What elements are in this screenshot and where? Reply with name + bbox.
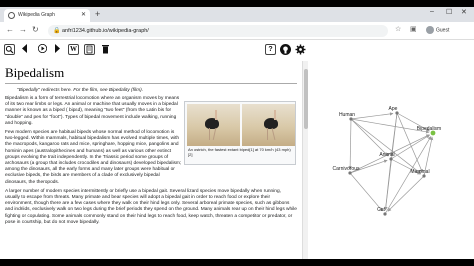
- profile-button[interactable]: Guest: [426, 26, 449, 34]
- avatar: [426, 26, 434, 34]
- graph-edge: [349, 172, 383, 212]
- maximize-icon[interactable]: ☐: [446, 8, 452, 16]
- settings-icon[interactable]: [295, 44, 306, 55]
- graph-canvas[interactable]: Human Ape Bipedalism Animal Carnivorous Mamma…: [309, 61, 474, 259]
- forward-icon[interactable]: [54, 44, 61, 56]
- tab-strip: Wikipedia Graph ✕ + – ☐ ✕: [0, 7, 474, 22]
- profile-label: Guest: [436, 27, 450, 34]
- graph-edge: [387, 175, 425, 212]
- graph-node-label: Mammal: [410, 169, 429, 175]
- search-icon[interactable]: [4, 44, 15, 55]
- graph-node-label: Carnivorous: [333, 166, 360, 172]
- paragraph-intro: Bipedalism is a form of terrestrial loco…: [5, 96, 180, 126]
- back-icon[interactable]: [21, 44, 28, 56]
- ostrich-figure: An ostrich, the fastest extant biped[1] …: [184, 101, 296, 165]
- globe-icon: [8, 12, 15, 19]
- graph-node-label: Human: [339, 112, 355, 118]
- close-window-icon[interactable]: ✕: [461, 8, 467, 16]
- app-toolbar: W ?: [0, 40, 474, 60]
- browser-back-icon[interactable]: ←: [6, 25, 14, 34]
- paragraph-intermittent: A larger number of modern species interm…: [5, 188, 297, 225]
- extensions-icon[interactable]: ▣: [410, 25, 417, 33]
- paragraph-habitual: Few modern species are habitual bipeds w…: [5, 130, 182, 185]
- graph-edge: [348, 118, 352, 170]
- delete-icon[interactable]: [100, 44, 111, 55]
- article-scrollbar[interactable]: [302, 61, 308, 259]
- browser-window: Wikipedia Graph ✕ + – ☐ ✕ ← → ↻ 🔒 anfri1…: [0, 7, 474, 259]
- graph-node-label: Cat: [377, 207, 385, 213]
- wikipedia-icon[interactable]: W: [68, 44, 79, 55]
- article-panel: Bipedalism "Bipedally" redirects here. F…: [0, 61, 302, 259]
- graph-node-label: Bipedalism: [417, 126, 441, 132]
- github-icon[interactable]: [280, 44, 291, 55]
- lock-icon: 🔒: [53, 28, 61, 34]
- hatnote: "Bipedally" redirects here. For the film…: [17, 88, 144, 93]
- reload-icon[interactable]: ↻: [32, 25, 39, 34]
- ostrich-photo-2[interactable]: [242, 104, 295, 146]
- figure-caption: An ostrich, the fastest extant biped[1] …: [188, 147, 291, 157]
- tab-title: Wikipedia Graph: [18, 12, 55, 18]
- scrollbar-thumb[interactable]: [304, 69, 308, 129]
- address-bar-row: ← → ↻ 🔒 anfri1234.github.io/wikipedia-gr…: [0, 22, 474, 40]
- tab-wikipedia-graph[interactable]: Wikipedia Graph ✕: [4, 9, 90, 22]
- graph-edge: [350, 112, 394, 120]
- video-frame: Wikipedia Graph ✕ + – ☐ ✕ ← → ↻ 🔒 anfri1…: [0, 0, 474, 266]
- browser-forward-icon[interactable]: →: [19, 25, 27, 34]
- graph-edge: [396, 112, 423, 173]
- graph-node-label: Animal: [379, 152, 394, 158]
- page-title: Bipedalism: [5, 65, 297, 84]
- help-icon[interactable]: ?: [265, 44, 276, 55]
- close-tab-icon[interactable]: ✕: [81, 11, 86, 18]
- ostrich-photo-1[interactable]: [187, 104, 240, 146]
- play-icon[interactable]: [37, 43, 48, 55]
- star-icon[interactable]: ☆: [395, 25, 401, 33]
- minimize-icon[interactable]: –: [430, 8, 434, 15]
- link-graph[interactable]: Human Ape Bipedalism Animal Carnivorous Mamma…: [309, 61, 474, 259]
- graph-node-label: Ape: [389, 106, 398, 112]
- graph-edge: [350, 118, 422, 174]
- url-text: anfri1234.github.io/wikipedia-graph/: [62, 28, 149, 34]
- new-tab-button[interactable]: +: [95, 9, 100, 19]
- url-bar[interactable]: 🔒 anfri1234.github.io/wikipedia-graph/: [48, 25, 388, 37]
- graph-edge: [390, 134, 430, 160]
- page-icon[interactable]: [84, 44, 95, 55]
